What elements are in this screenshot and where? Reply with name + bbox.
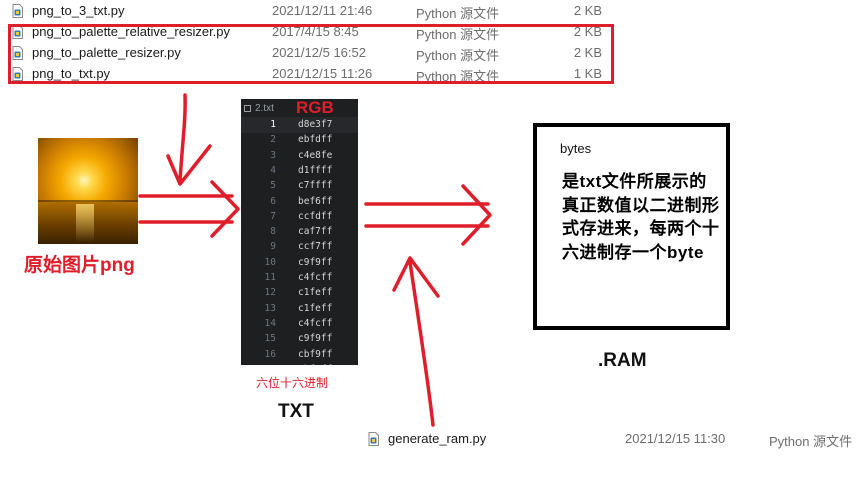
double-arrow-png-txt-head [210,180,240,238]
down-arrow [178,93,187,184]
double-arrow-txt-ram-head [461,184,492,246]
down-arrow-head [166,144,212,186]
arrows-layer [138,93,492,427]
up-arrow-head [392,256,440,298]
